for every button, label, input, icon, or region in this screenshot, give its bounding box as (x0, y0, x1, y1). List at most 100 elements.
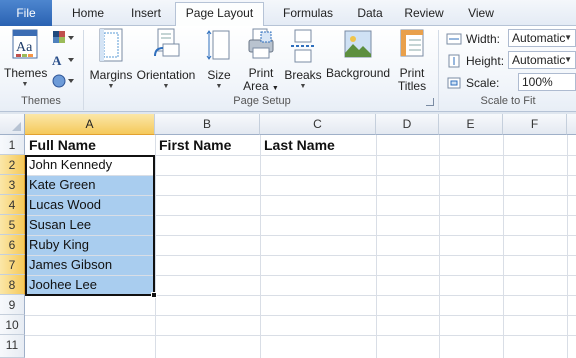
theme-effects-icon (52, 74, 74, 88)
column-header-partial[interactable] (567, 114, 576, 135)
theme-effects-button[interactable] (52, 73, 74, 91)
chevron-down-icon: ▼ (215, 83, 223, 90)
scale-to-fit-group-label: Scale to Fit (480, 95, 536, 107)
height-label: Height: (466, 54, 505, 68)
chevron-down-icon: ▼ (107, 83, 115, 90)
theme-fonts-icon: A (52, 53, 74, 68)
background-button[interactable]: Background (326, 28, 390, 80)
cell-a6[interactable]: Ruby King (25, 235, 155, 255)
page-setup-group-label: Page Setup (233, 95, 291, 107)
cell-a2[interactable]: John Kennedy (25, 155, 155, 175)
print-area-button[interactable]: Print Area ▼ (243, 28, 279, 95)
tab-view[interactable]: View (458, 3, 504, 26)
cell-a4[interactable]: Lucas Wood (25, 195, 155, 215)
background-icon (344, 30, 372, 58)
row-header-3[interactable]: 3 (0, 175, 25, 195)
tab-page-layout[interactable]: Page Layout (175, 2, 264, 27)
width-icon (446, 33, 462, 45)
width-label: Width: (466, 32, 501, 46)
gridline (25, 335, 576, 336)
cell-a8[interactable]: Joohee Lee (25, 275, 155, 295)
tab-insert[interactable]: Insert (120, 3, 172, 26)
row-header-9[interactable]: 9 (0, 295, 25, 315)
width-dropdown[interactable]: Automatic ▼ (508, 29, 576, 47)
row-header-8[interactable]: 8 (0, 275, 25, 295)
size-label: Size (207, 68, 231, 82)
theme-fonts-button[interactable]: A (52, 52, 74, 70)
row-header-10[interactable]: 10 (0, 315, 25, 335)
fill-handle[interactable] (151, 292, 157, 298)
orientation-icon (154, 28, 180, 57)
row-header-5[interactable]: 5 (0, 215, 25, 235)
cell-a5[interactable]: Susan Lee (25, 215, 155, 235)
gridline (503, 135, 504, 358)
tab-review[interactable]: Review (396, 3, 452, 26)
worksheet-grid[interactable]: A B C D E F 1 2 3 4 5 6 7 8 9 10 11 Full… (0, 114, 576, 358)
gridline (25, 295, 576, 296)
row-header-6[interactable]: 6 (0, 235, 25, 255)
gridline (155, 135, 156, 358)
gridline (439, 135, 440, 358)
group-divider (438, 30, 439, 110)
orientation-button[interactable]: Orientation ▼ (134, 28, 198, 91)
ribbon: Aa Themes ▼ A Themes Margins ▼ Orientati… (0, 26, 576, 112)
orientation-label: Orientation (136, 68, 196, 82)
print-titles-button[interactable]: Print Titles (394, 28, 430, 93)
print-titles-icon (400, 29, 424, 57)
theme-colors-button[interactable] (52, 30, 74, 48)
margins-button[interactable]: Margins ▼ (88, 28, 134, 91)
scale-value: 100% (522, 75, 553, 89)
tab-data[interactable]: Data (348, 3, 392, 26)
row-header-4[interactable]: 4 (0, 195, 25, 215)
cell-c1[interactable]: Last Name (260, 135, 376, 155)
chevron-down-icon: ▼ (564, 55, 572, 64)
gridline (260, 135, 261, 358)
cell-b1[interactable]: First Name (155, 135, 260, 155)
height-icon (448, 54, 460, 68)
column-header-a[interactable]: A (25, 114, 155, 135)
tab-file[interactable]: File (0, 0, 52, 26)
select-all-button[interactable] (0, 114, 25, 135)
scale-spinner[interactable]: 100% (518, 73, 576, 91)
row-header-1[interactable]: 1 (0, 135, 25, 155)
ribbon-tab-bar: File Home Insert Page Layout Formulas Da… (0, 0, 576, 27)
margins-label: Margins (89, 68, 133, 82)
breaks-label: Breaks (284, 68, 322, 82)
themes-button[interactable]: Aa Themes ▼ (4, 28, 48, 89)
group-divider (83, 30, 84, 110)
width-value: Automatic (512, 31, 566, 45)
row-header-7[interactable]: 7 (0, 255, 25, 275)
scale-label: Scale: (466, 76, 500, 90)
row-header-2[interactable]: 2 (0, 155, 25, 175)
cell-a1[interactable]: Full Name (25, 135, 155, 155)
tab-formulas[interactable]: Formulas (270, 3, 346, 26)
column-header-e[interactable]: E (439, 114, 503, 135)
print-titles-label-line2: Titles (397, 79, 427, 93)
page-setup-dialog-launcher[interactable] (426, 98, 434, 106)
chevron-down-icon: ▼ (271, 85, 279, 92)
cell-a3[interactable]: Kate Green (25, 175, 155, 195)
height-value: Automatic (512, 53, 566, 67)
themes-icon: Aa (12, 29, 38, 59)
scale-icon (447, 77, 461, 89)
cell-a7[interactable]: James Gibson (25, 255, 155, 275)
theme-colors-icon (53, 31, 74, 43)
svg-text:Aa: Aa (16, 40, 33, 55)
gridline (376, 135, 377, 358)
size-button[interactable]: Size ▼ (203, 28, 235, 91)
themes-label: Themes (4, 66, 48, 80)
print-area-icon (248, 28, 274, 59)
column-header-f[interactable]: F (503, 114, 567, 135)
row-header-11[interactable]: 11 (0, 335, 25, 358)
print-area-label-line2: Area ▼ (243, 80, 279, 95)
breaks-button[interactable]: Breaks ▼ (284, 28, 322, 91)
height-dropdown[interactable]: Automatic ▼ (508, 51, 576, 69)
column-header-b[interactable]: B (155, 114, 260, 135)
background-label: Background (326, 66, 391, 80)
chevron-down-icon: ▼ (162, 83, 170, 90)
tab-home[interactable]: Home (60, 3, 116, 26)
margins-icon (99, 28, 123, 62)
column-header-c[interactable]: C (260, 114, 376, 135)
svg-text:A: A (52, 53, 62, 68)
column-header-d[interactable]: D (376, 114, 439, 135)
